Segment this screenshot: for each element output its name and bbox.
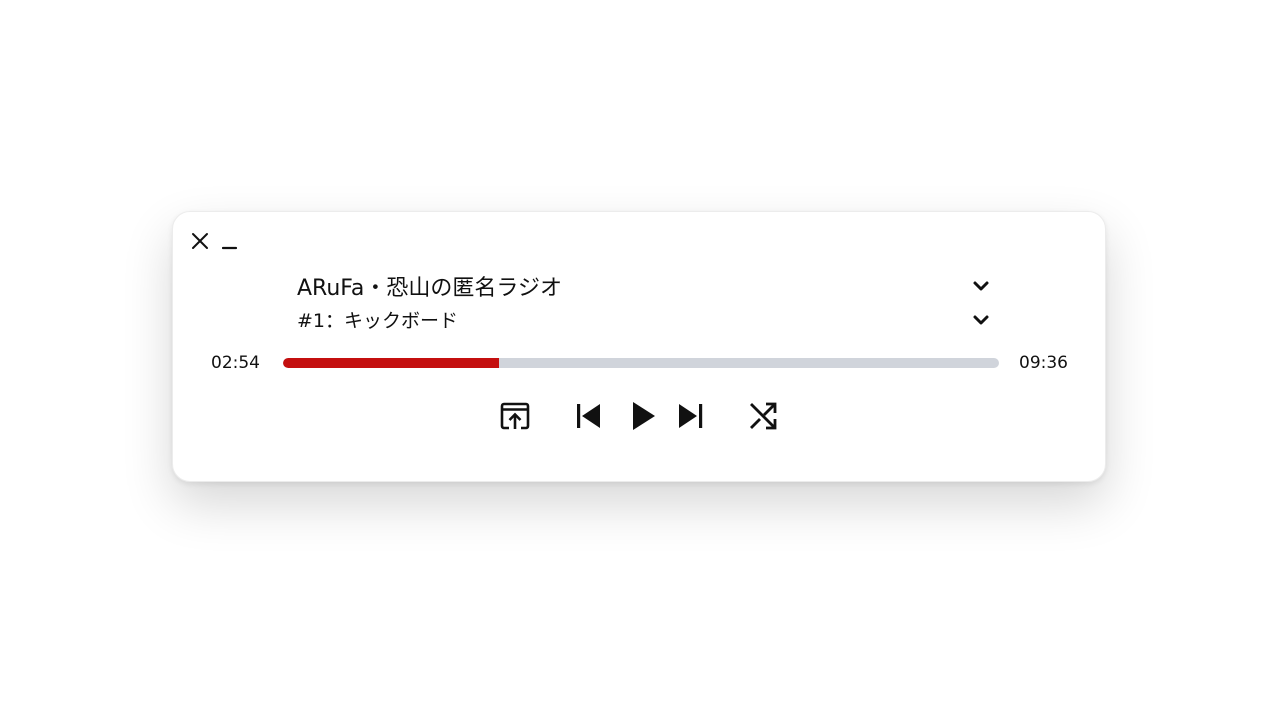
- close-icon: [192, 233, 208, 249]
- open-in-window-icon: [500, 402, 530, 430]
- minimize-button[interactable]: [219, 230, 241, 252]
- program-title: ARuFa・恐山の匿名ラジオ: [297, 276, 562, 301]
- time-elapsed: 02:54: [211, 353, 260, 373]
- progress-fill: [283, 358, 500, 368]
- next-button[interactable]: [673, 398, 709, 434]
- close-button[interactable]: [189, 230, 211, 252]
- shuffle-icon: [750, 402, 777, 430]
- time-total: 09:36: [1019, 353, 1068, 373]
- shuffle-button[interactable]: [745, 398, 781, 434]
- mini-player-window: ARuFa・恐山の匿名ラジオ #1：キックボード 02:54 09:36: [172, 211, 1106, 482]
- episode-title: #1：キックボード: [297, 310, 459, 332]
- skip-next-icon: [679, 404, 703, 428]
- episode-row: #1：キックボード: [297, 306, 993, 333]
- episode-dropdown-button[interactable]: [969, 308, 993, 332]
- minimize-icon: [222, 246, 238, 250]
- progress-bar[interactable]: [283, 358, 999, 368]
- chevron-down-icon: [973, 315, 989, 324]
- skip-previous-icon: [577, 404, 600, 428]
- play-button[interactable]: [625, 398, 661, 434]
- open-in-window-button[interactable]: [497, 398, 533, 434]
- play-icon: [633, 402, 655, 430]
- program-dropdown-button[interactable]: [969, 274, 993, 298]
- program-row: ARuFa・恐山の匿名ラジオ: [297, 270, 993, 302]
- window-controls: [189, 230, 241, 252]
- previous-button[interactable]: [570, 398, 606, 434]
- chevron-down-icon: [973, 281, 989, 291]
